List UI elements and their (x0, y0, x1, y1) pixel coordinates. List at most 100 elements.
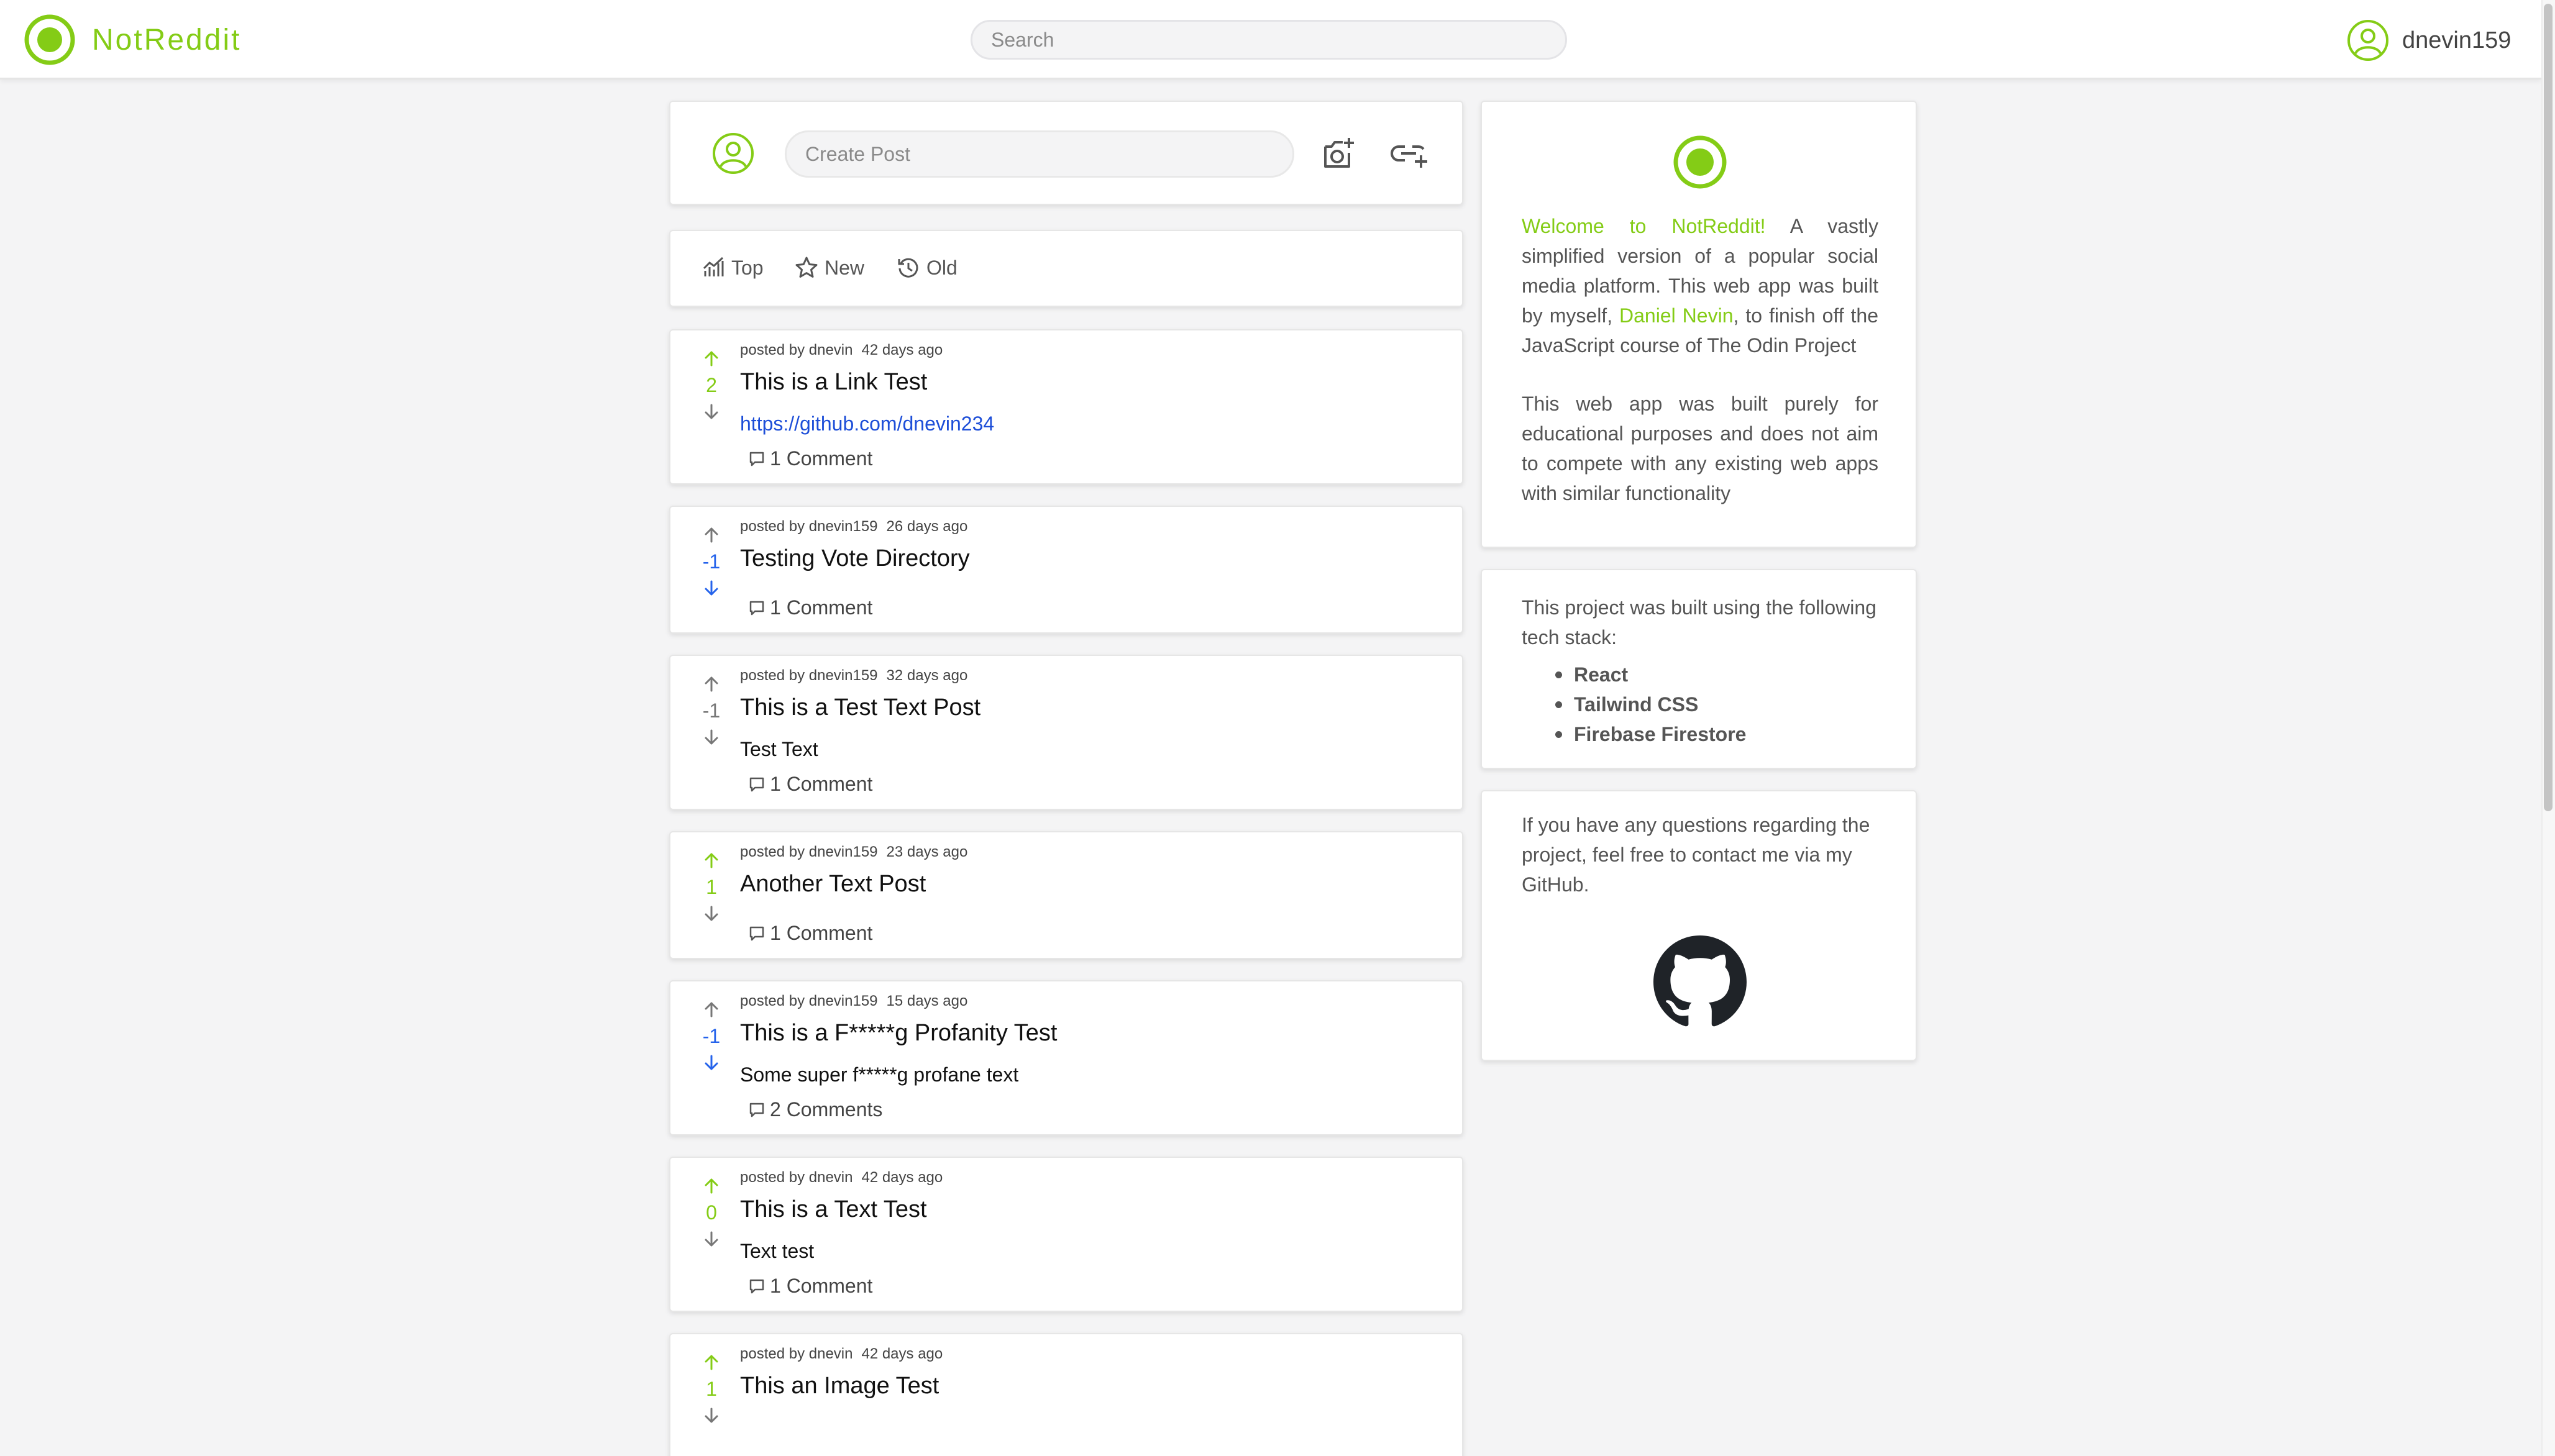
post-card[interactable]: 2 posted by dnevin 42 days ago This is a Li… (669, 329, 1463, 485)
vote-count: 1 (706, 1378, 717, 1400)
brand-name: NotReddit (92, 23, 242, 57)
navbar: NotReddit dnevin159 (0, 0, 2541, 80)
post-body: Text test (740, 1240, 815, 1262)
user-menu[interactable]: dnevin159 (2346, 19, 2511, 62)
upvote-icon[interactable] (702, 675, 721, 693)
post-title[interactable]: This is a F*****g Profanity Test (740, 1020, 1057, 1047)
comment-icon (749, 1279, 764, 1293)
post-author: posted by dnevin159 (740, 993, 878, 1009)
downvote-icon[interactable] (702, 904, 721, 923)
vote-control: 1 (693, 851, 730, 923)
post-card[interactable]: 1 posted by dnevin 42 days ago This an Imag… (669, 1333, 1463, 1456)
post-author: posted by dnevin (740, 1345, 853, 1362)
comments-button[interactable]: 1 Comment (749, 773, 872, 796)
post-body: Some super f*****g profane text (740, 1063, 1019, 1086)
downvote-icon[interactable] (702, 1053, 721, 1072)
post-time: 42 days ago (861, 342, 943, 358)
comments-count: 1 Comment (770, 447, 873, 470)
post-card[interactable]: 1 posted by dnevin159 23 days ago Another T… (669, 831, 1463, 959)
downvote-icon[interactable] (702, 1406, 721, 1425)
upvote-icon[interactable] (702, 526, 721, 544)
sort-new-button[interactable]: New (795, 256, 864, 280)
add-link-icon[interactable] (1389, 134, 1428, 173)
downvote-icon[interactable] (702, 403, 721, 421)
create-post-card (669, 101, 1463, 205)
logo-icon (1673, 135, 1727, 189)
post-meta: posted by dnevin159 15 days ago (740, 993, 967, 1010)
upvote-icon[interactable] (702, 1176, 721, 1195)
downvote-icon[interactable] (702, 728, 721, 747)
sort-bar: Top New Old (669, 230, 1463, 307)
post-title[interactable]: This is a Text Test (740, 1196, 927, 1223)
user-avatar-icon (713, 133, 754, 174)
comments-button[interactable]: 1 Comment (749, 922, 872, 945)
post-time: 23 days ago (886, 844, 968, 860)
post-card[interactable]: -1 posted by dnevin159 26 days ago Testing … (669, 506, 1463, 634)
logo-icon (24, 14, 75, 65)
comments-count: 1 Comment (770, 773, 873, 795)
tech-item-tailwind: Tailwind CSS (1555, 689, 1746, 719)
post-meta: posted by dnevin159 26 days ago (740, 518, 967, 535)
github-icon[interactable] (1653, 935, 1747, 1029)
post-card[interactable]: -1 posted by dnevin159 15 days ago This is … (669, 980, 1463, 1135)
sort-new-label: New (825, 256, 865, 279)
post-time: 26 days ago (886, 518, 968, 535)
create-post-input[interactable] (785, 130, 1294, 178)
post-meta: posted by dnevin 42 days ago (740, 1345, 943, 1363)
downvote-icon[interactable] (702, 1230, 721, 1249)
post-author: posted by dnevin159 (740, 667, 878, 684)
sort-top-button[interactable]: Top (702, 256, 764, 280)
upvote-icon[interactable] (702, 1353, 721, 1372)
post-title[interactable]: This is a Test Text Post (740, 694, 980, 721)
vote-control: -1 (693, 675, 730, 747)
author-link[interactable]: Daniel Nevin (1619, 304, 1733, 327)
tech-item-react: React (1555, 660, 1746, 689)
post-time: 32 days ago (886, 667, 968, 684)
comment-icon (749, 601, 764, 615)
post-title[interactable]: Testing Vote Directory (740, 545, 970, 572)
comments-count: 1 Comment (770, 596, 873, 619)
post-time: 42 days ago (861, 1345, 943, 1362)
post-title[interactable]: Another Text Post (740, 871, 926, 898)
logo[interactable]: NotReddit (24, 14, 241, 66)
upvote-icon[interactable] (702, 851, 721, 870)
post-title[interactable]: This an Image Test (740, 1373, 939, 1399)
post-meta: posted by dnevin 42 days ago (740, 1169, 943, 1186)
welcome-paragraph: Welcome to NotReddit! A vastly simplifie… (1522, 211, 1878, 360)
about-card: Welcome to NotReddit! A vastly simplifie… (1481, 101, 1917, 548)
comments-count: 1 Comment (770, 1275, 873, 1297)
post-author: posted by dnevin (740, 1169, 853, 1186)
scrollbar-thumb[interactable] (2544, 4, 2553, 811)
post-card[interactable]: 0 posted by dnevin 42 days ago This is a Te… (669, 1157, 1463, 1312)
comments-button[interactable]: 1 Comment (749, 596, 872, 619)
post-time: 15 days ago (886, 993, 968, 1009)
post-meta: posted by dnevin159 32 days ago (740, 667, 967, 685)
history-icon (898, 258, 918, 278)
contact-text: If you have any questions regarding the … (1522, 814, 1870, 896)
comments-button[interactable]: 2 Comments (749, 1098, 882, 1121)
upvote-icon[interactable] (702, 1000, 721, 1019)
vote-count: -1 (702, 699, 721, 722)
purpose-paragraph: This web app was built purely for educat… (1522, 393, 1878, 504)
sort-old-button[interactable]: Old (897, 256, 958, 280)
vote-control: 2 (693, 349, 730, 421)
downvote-icon[interactable] (702, 579, 721, 598)
vote-control: -1 (693, 1000, 730, 1072)
sort-old-label: Old (926, 256, 958, 279)
vote-count: -1 (702, 1025, 721, 1047)
post-card[interactable]: -1 posted by dnevin159 32 days ago This is … (669, 655, 1463, 810)
comments-button[interactable]: 1 Comment (749, 1275, 872, 1298)
post-link[interactable]: https://github.com/dnevin234 (740, 412, 994, 435)
upvote-icon[interactable] (702, 349, 721, 368)
vote-control: 0 (693, 1176, 730, 1249)
comments-button[interactable]: 1 Comment (749, 447, 872, 470)
post-title[interactable]: This is a Link Test (740, 369, 927, 396)
vote-count: 2 (706, 374, 717, 396)
search-input[interactable] (971, 20, 1567, 60)
sort-top-label: Top (731, 256, 764, 279)
vote-count: 0 (706, 1201, 717, 1224)
tech-list: React Tailwind CSS Firebase Firestore (1555, 660, 1746, 749)
tech-intro: This project was built using the followi… (1522, 596, 1876, 648)
add-image-icon[interactable] (1320, 134, 1359, 173)
post-author: posted by dnevin159 (740, 844, 878, 860)
